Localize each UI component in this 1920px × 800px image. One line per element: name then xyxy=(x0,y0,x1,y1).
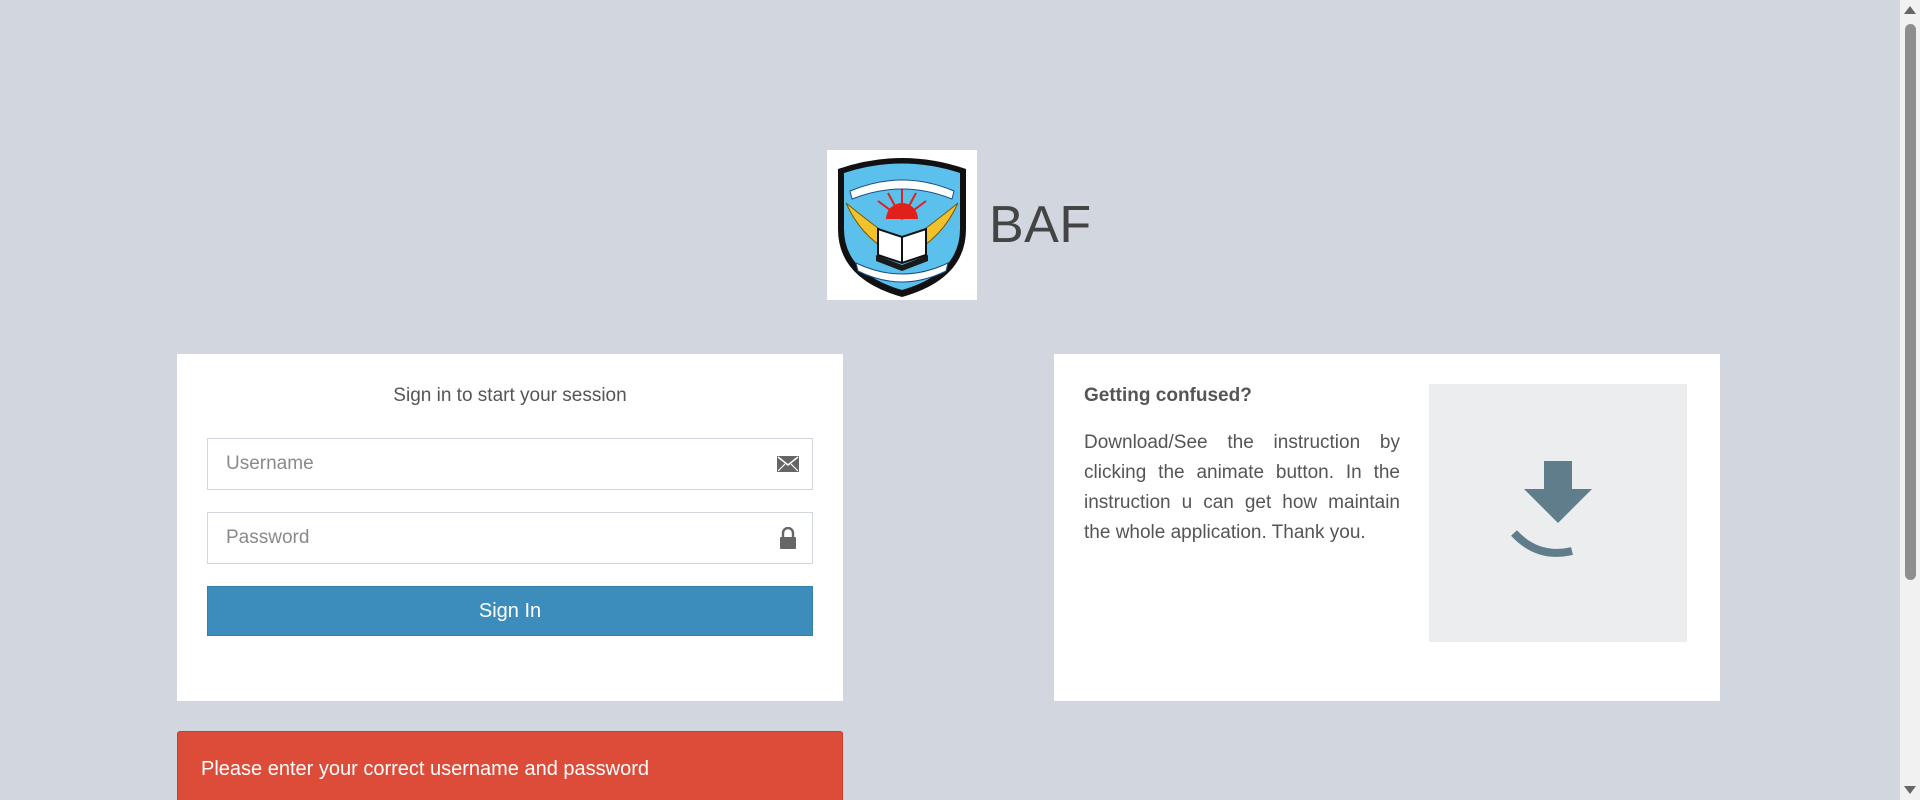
login-box: Sign in to start your session Sign In xyxy=(177,354,843,701)
download-icon xyxy=(1511,461,1592,557)
sign-in-button[interactable]: Sign In xyxy=(207,586,813,636)
error-alert: Please enter your correct username and p… xyxy=(177,731,843,800)
brand-header: BAF xyxy=(827,150,1092,300)
download-instruction-button[interactable] xyxy=(1429,384,1687,642)
username-field xyxy=(207,438,813,490)
password-input[interactable] xyxy=(208,513,812,563)
page-scrollbar[interactable] xyxy=(1900,0,1920,800)
help-body: Download/See the instruction by clicking… xyxy=(1084,432,1400,543)
college-logo xyxy=(827,150,977,300)
help-box: Getting confused? Download/See the instr… xyxy=(1054,354,1720,701)
brand-name: BAF xyxy=(989,196,1092,254)
scroll-down-arrow-icon[interactable] xyxy=(1904,786,1916,794)
error-alert-message: Please enter your correct username and p… xyxy=(201,758,650,780)
login-box-message: Sign in to start your session xyxy=(393,385,627,406)
scrollbar-thumb[interactable] xyxy=(1905,24,1916,580)
help-text: Getting confused? Download/See the instr… xyxy=(1084,384,1400,548)
lock-icon xyxy=(776,526,800,550)
envelope-icon xyxy=(776,452,800,476)
username-input[interactable] xyxy=(208,439,812,489)
help-title: Getting confused? xyxy=(1084,385,1252,406)
password-field xyxy=(207,512,813,564)
college-crest-icon xyxy=(838,158,966,297)
scroll-up-arrow-icon[interactable] xyxy=(1904,6,1916,14)
